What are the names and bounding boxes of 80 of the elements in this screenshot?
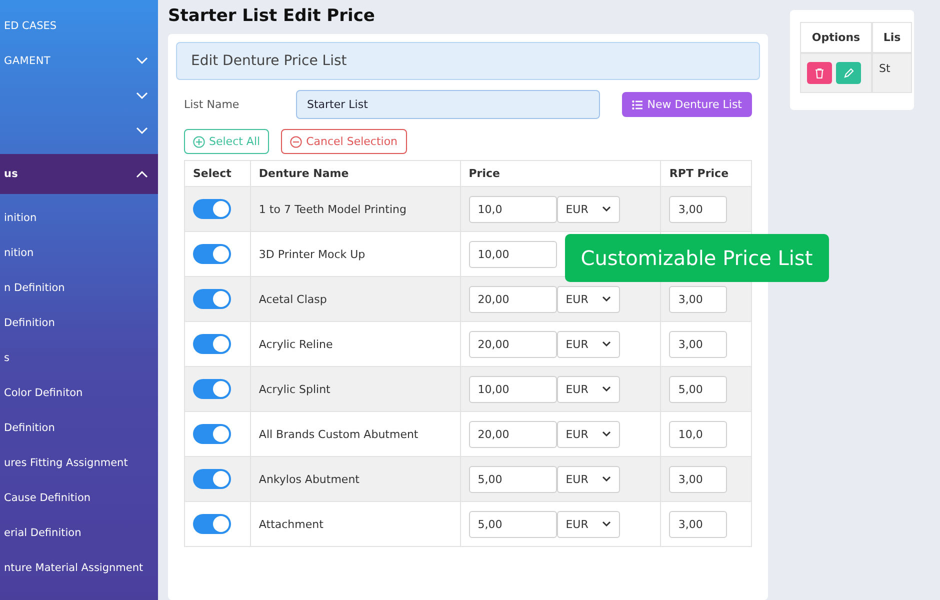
chevron-icon (602, 341, 612, 347)
column-header: Select (184, 160, 250, 186)
list-name-field[interactable]: Starter List (296, 90, 600, 119)
field-label: List Name (184, 98, 240, 111)
sidebar-item[interactable]: us (0, 154, 158, 194)
column-header: Denture Name (250, 160, 460, 186)
toggle-switch[interactable] (193, 424, 231, 444)
sidebar-item[interactable]: s (0, 340, 158, 375)
sidebar-item[interactable]: nture Material Assignment (0, 550, 158, 585)
rpt-price-field[interactable]: 3,00 (669, 196, 728, 222)
delete-button[interactable] (807, 62, 832, 84)
table-cell: Ankylos Abutment (250, 456, 460, 502)
column-header: Lis (872, 22, 912, 53)
price-field[interactable]: 5,00 (468, 466, 557, 492)
list-icon (632, 100, 644, 110)
sidebar-item[interactable]: erial Definition (0, 515, 158, 550)
toggle-switch[interactable] (193, 334, 231, 354)
callout-label: Customizable Price List (564, 234, 829, 282)
minus-circle-icon (290, 136, 302, 148)
page-title: Starter List Edit Price (168, 6, 376, 26)
price-field[interactable]: 20,00 (468, 420, 557, 448)
currency-dropdown[interactable]: EUR (556, 510, 620, 538)
chevron-icon (602, 521, 612, 527)
sidebar-item[interactable]: inition (0, 200, 158, 235)
sidebar-item[interactable]: GAMENT (0, 43, 158, 78)
cancel-selection-button[interactable]: Cancel Selection (281, 129, 407, 154)
table-cell: Attachment (250, 502, 460, 546)
chevron-icon (602, 206, 612, 212)
price-field[interactable]: 10,0 (468, 196, 557, 222)
chevron-icon (602, 386, 612, 392)
price-field[interactable]: 20,00 (468, 330, 557, 358)
chevron-icon (136, 92, 148, 100)
price-field[interactable]: 5,00 (468, 510, 557, 538)
currency-dropdown[interactable]: EUR (556, 376, 620, 402)
currency-dropdown[interactable]: EUR (556, 196, 620, 222)
toggle-switch[interactable] (193, 244, 231, 264)
price-field[interactable]: 20,00 (468, 286, 557, 312)
rpt-price-field[interactable]: 3,00 (669, 510, 728, 538)
chevron-icon (602, 296, 612, 302)
currency-dropdown[interactable]: EUR (556, 466, 620, 492)
toggle-switch[interactable] (193, 199, 231, 219)
sidebar-item[interactable]: n Definition (0, 270, 158, 305)
toggle-switch[interactable] (193, 469, 231, 489)
table-cell: 1 to 7 Teeth Model Printing (250, 186, 460, 232)
chevron-icon (136, 56, 148, 64)
card-title: Edit Denture Price List (176, 42, 760, 80)
sidebar-item[interactable]: ED CASES (0, 8, 158, 43)
rpt-price-field[interactable]: 3,00 (669, 466, 728, 492)
toggle-switch[interactable] (193, 514, 231, 534)
table-cell: Acrylic Splint (250, 366, 460, 412)
price-field[interactable]: 10,00 (468, 376, 557, 402)
new-denture-list-button[interactable]: New Denture List (622, 92, 752, 117)
chevron-icon (136, 126, 148, 134)
currency-dropdown[interactable]: EUR (556, 330, 620, 358)
column-header: Options (800, 22, 872, 53)
chevron-icon (602, 476, 612, 482)
chevron-icon (602, 431, 612, 437)
plus-circle-icon (193, 136, 205, 148)
pencil-icon (844, 68, 854, 78)
trash-icon (815, 68, 824, 78)
toggle-switch[interactable] (193, 379, 231, 399)
rpt-price-field[interactable]: 3,00 (669, 330, 728, 358)
currency-dropdown[interactable]: EUR (556, 286, 620, 312)
sidebar-item[interactable]: Definition (0, 410, 158, 445)
sidebar-item[interactable]: Definition (0, 305, 158, 340)
toggle-switch[interactable] (193, 289, 231, 309)
edit-button[interactable] (836, 62, 861, 84)
rpt-price-field[interactable]: 3,00 (669, 286, 728, 312)
sidebar-item[interactable]: Color Definiton (0, 375, 158, 410)
column-header: Price (460, 160, 661, 186)
table-cell: Acetal Clasp (250, 276, 460, 322)
table-cell: St (872, 53, 912, 93)
rpt-price-field[interactable]: 5,00 (669, 376, 728, 402)
rpt-price-field[interactable]: 10,0 (669, 420, 728, 448)
sidebar-item[interactable]: Cause Definition (0, 480, 158, 515)
sidebar-item[interactable]: nition (0, 235, 158, 270)
price-field[interactable]: 10,00 (468, 240, 557, 268)
currency-dropdown[interactable]: EUR (556, 420, 620, 448)
sidebar-item[interactable]: ures Fitting Assignment (0, 445, 158, 480)
chevron-icon (136, 170, 148, 178)
